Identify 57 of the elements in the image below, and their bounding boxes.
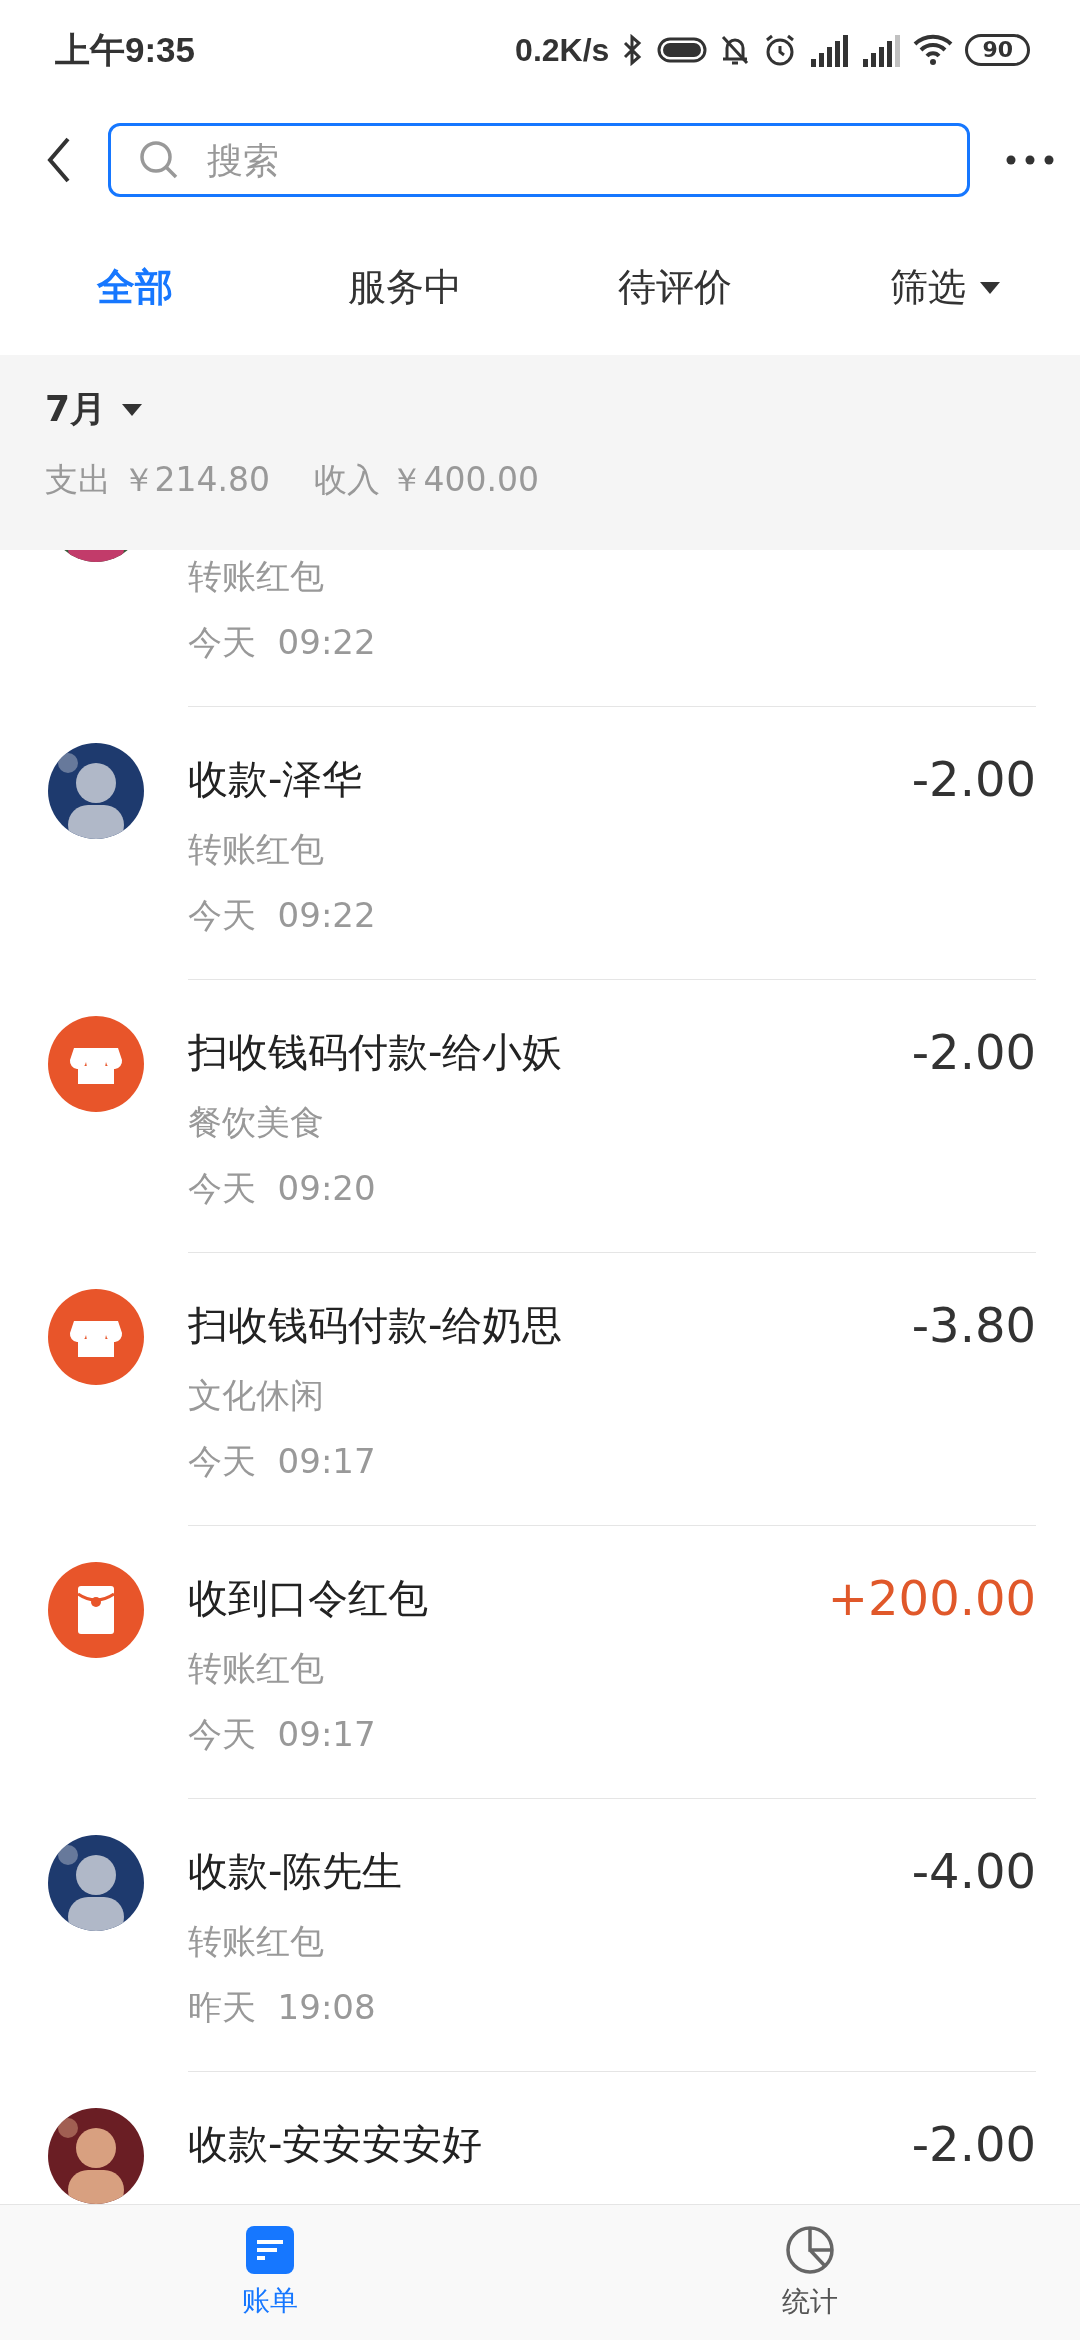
transaction-category: 餐饮美食 — [188, 1101, 325, 1144]
signal-icon — [861, 33, 902, 67]
caret-icon — [122, 403, 143, 416]
transaction-category: 转账红包 — [188, 828, 325, 871]
transaction-time: 今天 09:17 — [188, 1713, 377, 1756]
transaction-title: 收款-安安安安好 — [188, 2119, 483, 2169]
transaction-title: 收到口令红包 — [188, 1573, 428, 1623]
toggle-icon — [657, 35, 708, 65]
month-selector[interactable]: 7月 — [45, 385, 143, 434]
search-field[interactable]: 搜索 — [108, 123, 970, 197]
transaction-title: 收款-陈先生 — [188, 1846, 403, 1896]
search-icon — [138, 139, 180, 181]
transaction-category: 文化休闲 — [188, 1374, 325, 1417]
expense-summary: 支出 ￥214.80 — [45, 459, 270, 501]
income-summary: 收入 ￥400.00 — [313, 459, 539, 501]
transaction-row[interactable]: 扫收钱码付款-给奶思 -3.80 文化休闲 今天 09:17 — [0, 1253, 1080, 1526]
signal-icon — [809, 33, 850, 67]
transaction-time: 今天 09:20 — [188, 1167, 377, 1210]
pie-chart-icon — [785, 2224, 835, 2275]
network-speed: 0.2K/s — [515, 31, 610, 69]
transaction-title: 扫收钱码付款-给小妖 — [188, 1027, 563, 1077]
envelope-icon — [48, 1562, 144, 1658]
transaction-amount: -2.00 — [911, 1024, 1036, 1080]
caret-icon — [980, 281, 1000, 294]
transaction-time: 今天 09:17 — [188, 1440, 377, 1483]
transaction-row[interactable]: 收到口令红包 +200.00 转账红包 今天 09:17 — [0, 1526, 1080, 1799]
bill-icon — [246, 2225, 294, 2274]
transaction-time: 昨天 19:08 — [188, 1986, 377, 2029]
wifi-icon — [913, 34, 954, 66]
transaction-time: 今天 09:22 — [188, 621, 377, 664]
more-icon[interactable] — [1006, 155, 1054, 165]
back-icon[interactable] — [46, 135, 72, 185]
transaction-row[interactable]: 扫收钱码付款-给小妖 -2.00 餐饮美食 今天 09:20 — [0, 980, 1080, 1253]
transaction-row[interactable]: 收款-陈先生 -4.00 转账红包 昨天 19:08 — [0, 1799, 1080, 2072]
filter-tab[interactable]: 待评价 — [540, 261, 810, 314]
shop-icon — [48, 1016, 144, 1112]
transaction-title: 收款-泽华 — [188, 754, 363, 804]
transaction-category: 转账红包 — [188, 1920, 325, 1963]
transaction-amount: -2.00 — [911, 2116, 1036, 2172]
battery-level: 90 — [965, 34, 1030, 66]
filter-tab[interactable]: 全部 — [0, 261, 270, 314]
shop-icon — [48, 1289, 144, 1385]
transaction-amount: -2.00 — [911, 751, 1036, 807]
filter-tab[interactable]: 服务中 — [270, 261, 540, 314]
transaction-category: 转账红包 — [188, 1647, 325, 1690]
filter-tab[interactable]: 筛选 — [810, 261, 1080, 314]
transaction-amount: -3.80 — [911, 1297, 1036, 1353]
transaction-title: 扫收钱码付款-给奶思 — [188, 1300, 563, 1350]
transaction-category: 转账红包 — [188, 555, 325, 598]
transaction-time: 今天 09:22 — [188, 894, 377, 937]
transaction-row[interactable]: 收款-安安安安好 -2.00 — [0, 2072, 1080, 2204]
transaction-row[interactable]: 收款-泽华 -2.00 转账红包 今天 09:22 — [0, 707, 1080, 980]
bottom-nav-tab[interactable]: 账单 — [0, 2205, 540, 2340]
status-time: 上午9:35 — [55, 28, 196, 71]
transaction-amount: +200.00 — [827, 1570, 1036, 1626]
transaction-amount: -4.00 — [911, 1843, 1036, 1899]
bottom-nav-tab[interactable]: 统计 — [540, 2205, 1080, 2340]
